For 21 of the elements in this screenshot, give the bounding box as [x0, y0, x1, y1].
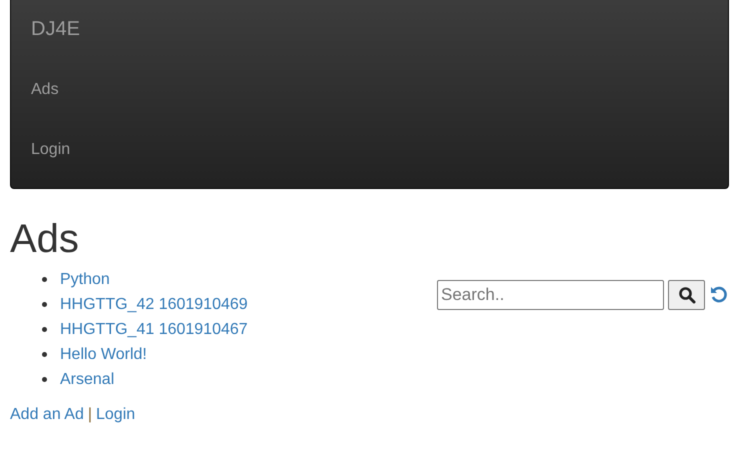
bullet-icon	[42, 277, 47, 282]
page-heading: Ads	[10, 216, 80, 263]
ad-link[interactable]: HHGTTG_41 1601910467	[60, 320, 248, 338]
nav-link[interactable]: Ads	[31, 60, 59, 120]
nav-link[interactable]: Login	[31, 120, 70, 180]
bullet-icon	[42, 352, 47, 357]
reset-icon[interactable]	[709, 284, 729, 304]
bullet-icon	[42, 327, 47, 332]
search-icon	[678, 286, 696, 304]
ad-link[interactable]: Python	[60, 270, 110, 288]
ad-link[interactable]: Arsenal	[60, 370, 114, 388]
search-button[interactable]	[668, 280, 705, 310]
ad-link[interactable]: HHGTTG_42 1601910469	[60, 296, 248, 314]
brand-link[interactable]: DJ4E	[31, 0, 708, 60]
bullet-icon	[42, 377, 47, 382]
separator-text: |	[88, 406, 92, 424]
bullet-icon	[42, 302, 47, 307]
search-field[interactable]: Search..	[437, 280, 664, 310]
ad-link[interactable]: Hello World!	[60, 346, 147, 364]
add-ad-link[interactable]: Add an Ad	[10, 406, 84, 424]
login-link[interactable]: Login	[96, 406, 136, 424]
